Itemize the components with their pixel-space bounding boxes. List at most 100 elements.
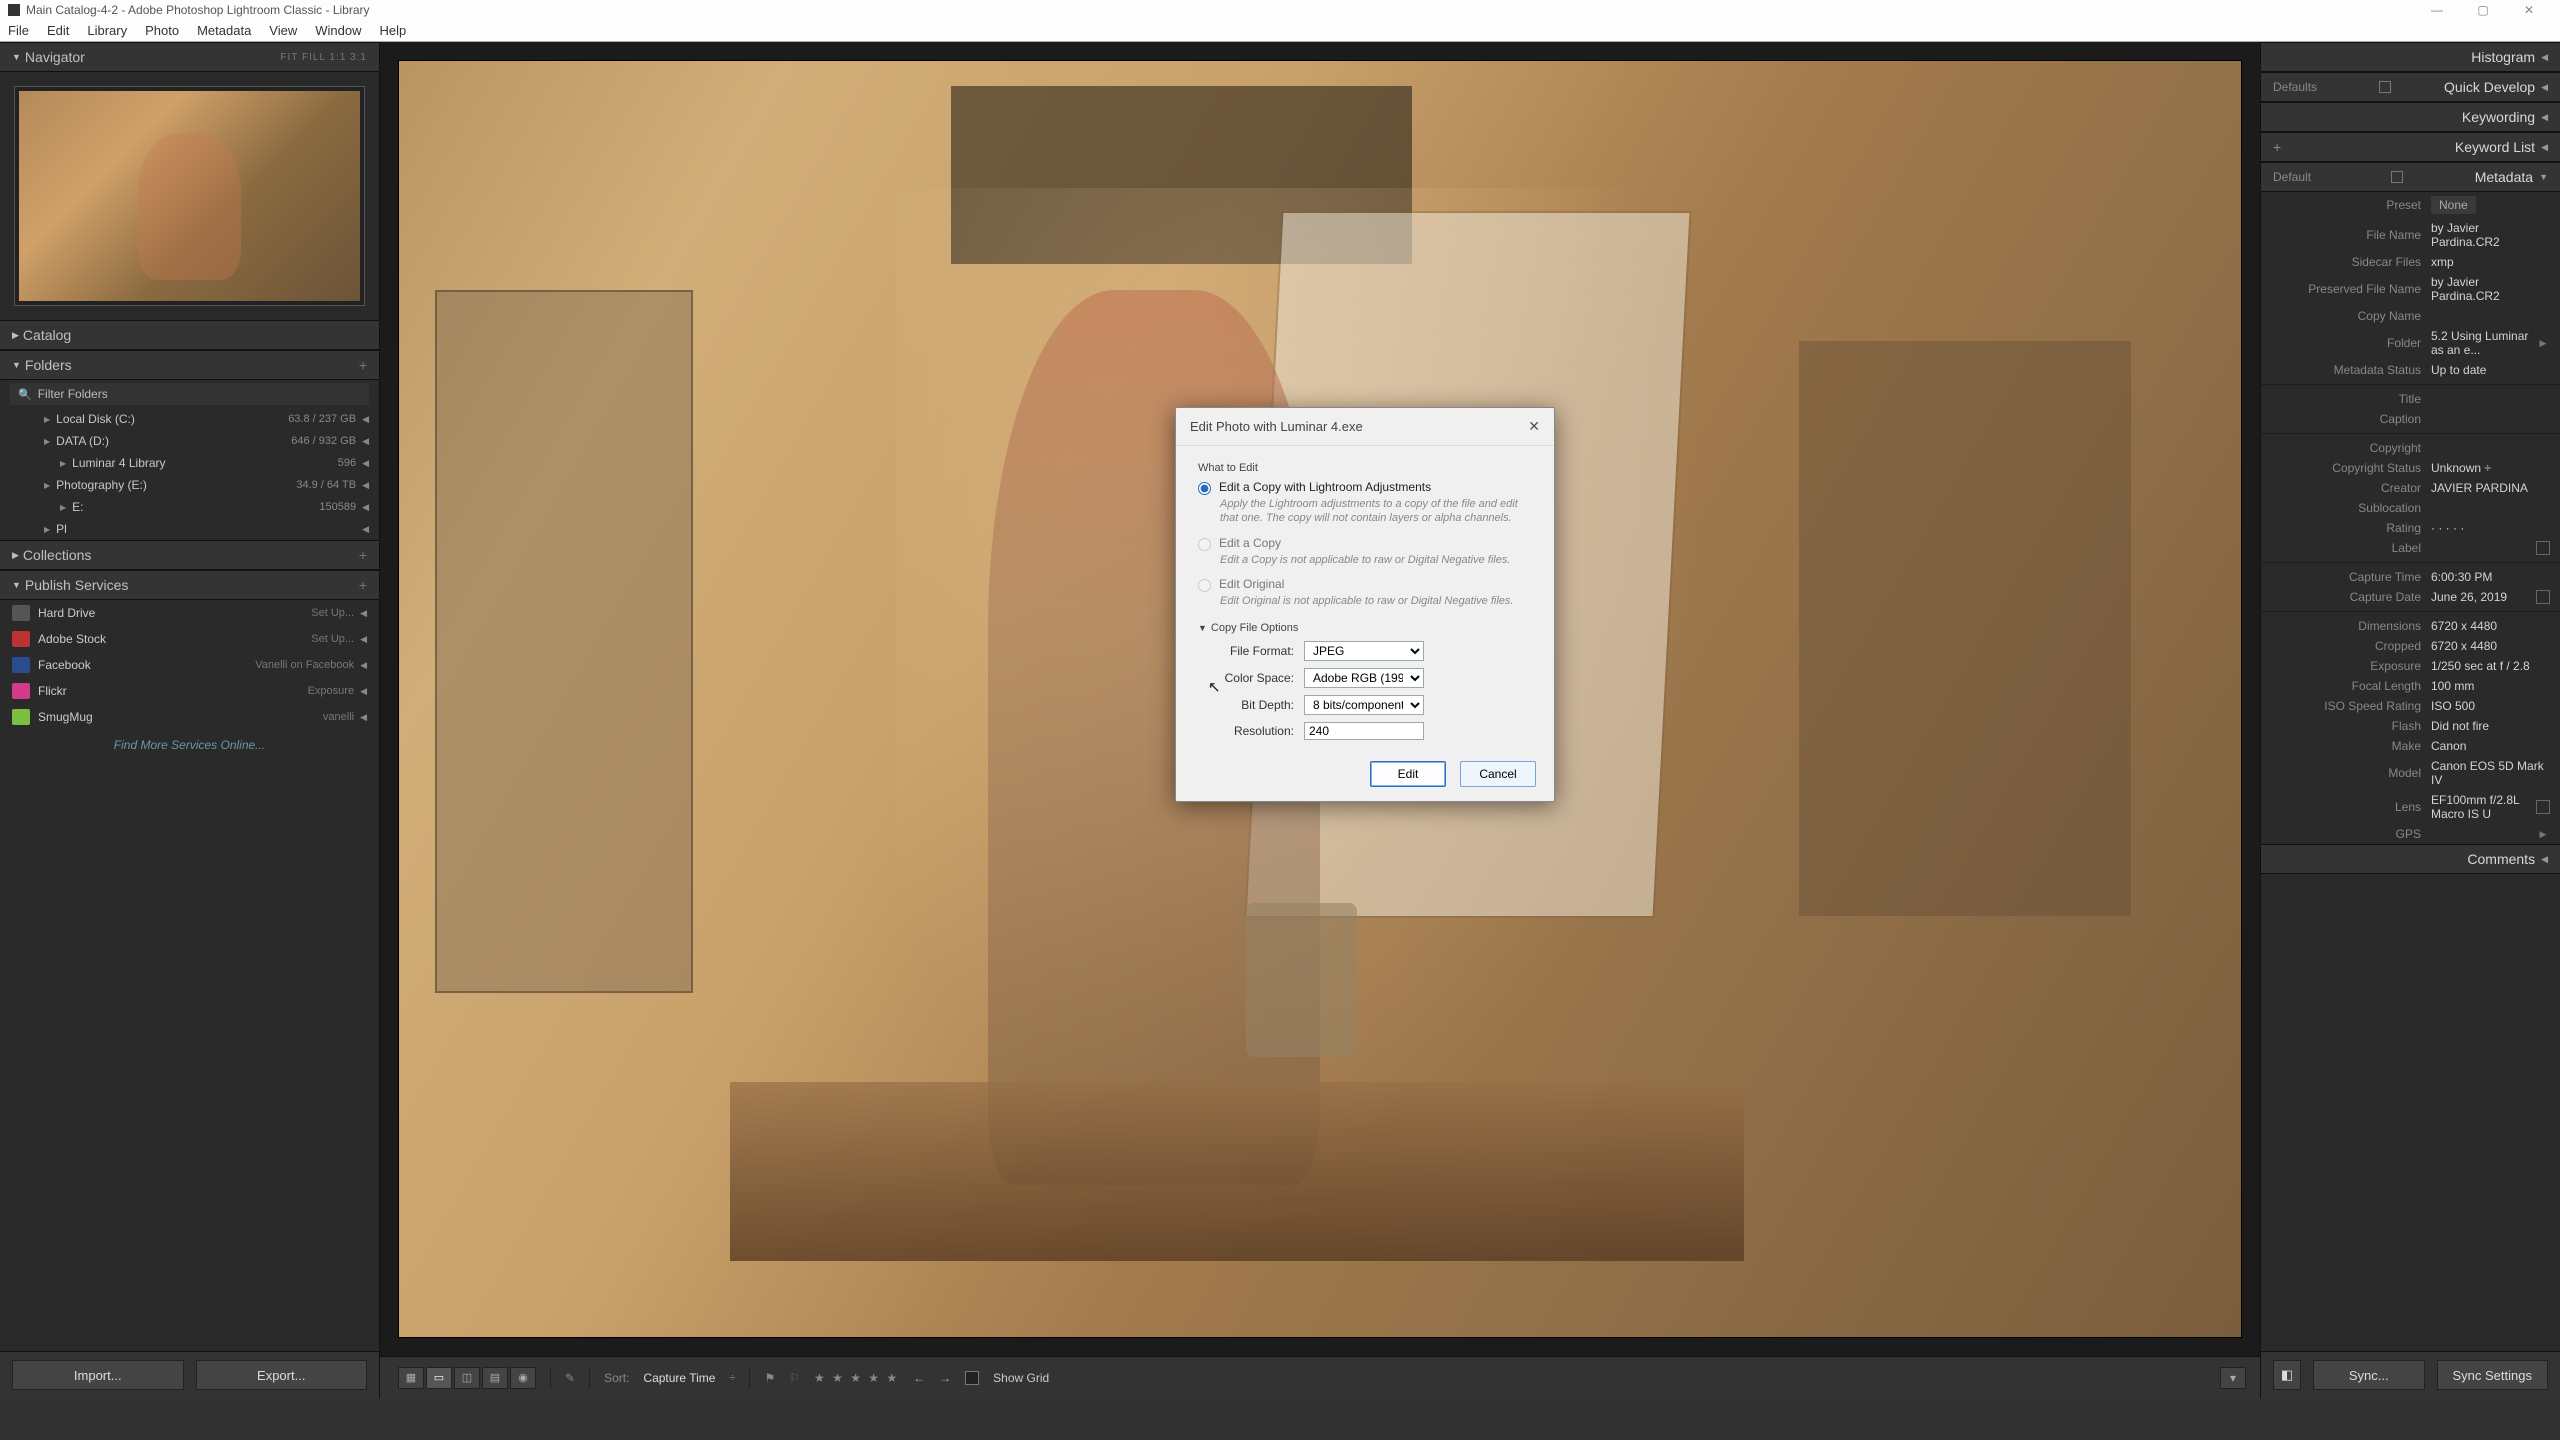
painter-icon[interactable]: ✎ [565, 1371, 575, 1385]
menu-library[interactable]: Library [87, 23, 127, 38]
keyword-list-header[interactable]: + Keyword List◀ [2261, 132, 2560, 162]
people-view-button[interactable]: ◉ [510, 1367, 536, 1389]
publish-service-row[interactable]: FlickrExposure◀ [0, 678, 379, 704]
export-button[interactable]: Export... [196, 1360, 368, 1390]
rating-stars[interactable]: ★ ★ ★ ★ ★ [814, 1371, 899, 1385]
add-publish-icon[interactable]: + [359, 577, 367, 593]
folders-header[interactable]: ▼ Folders + [0, 350, 379, 380]
metadata-row[interactable]: Copy Name [2261, 306, 2560, 326]
folder-row[interactable]: ▶Luminar 4 Library596◀ [0, 452, 379, 474]
metadata-row[interactable]: Dimensions6720 x 4480 [2261, 616, 2560, 636]
filter-folders[interactable]: 🔍 Filter Folders [10, 383, 369, 405]
collections-header[interactable]: ▶ Collections + [0, 540, 379, 570]
show-grid-checkbox[interactable] [965, 1371, 979, 1385]
metadata-row[interactable]: Exposure1/250 sec at f / 2.8 [2261, 656, 2560, 676]
minimize-button[interactable]: — [2414, 3, 2460, 17]
metadata-row[interactable]: Cropped6720 x 4480 [2261, 636, 2560, 656]
metadata-row[interactable]: Capture DateJune 26, 2019 [2261, 587, 2560, 607]
metadata-row[interactable]: Label [2261, 538, 2560, 558]
add-folder-icon[interactable]: + [359, 357, 367, 373]
folder-row[interactable]: ▶Pl◀ [0, 518, 379, 540]
folder-menu-icon[interactable]: ◀ [362, 524, 369, 535]
thumbnail-size-dropdown[interactable]: ▾ [2220, 1367, 2246, 1389]
dialog-close-icon[interactable]: ✕ [1528, 418, 1540, 435]
navigator-header[interactable]: ▼ Navigator FIT FILL 1:1 3:1 [0, 42, 379, 72]
metadata-action-icon[interactable] [2536, 590, 2550, 604]
cancel-button[interactable]: Cancel [1460, 761, 1536, 787]
compare-view-button[interactable]: ◫ [454, 1367, 480, 1389]
folder-row[interactable]: ▶Local Disk (C:)63.8 / 237 GB◀ [0, 408, 379, 430]
publish-service-row[interactable]: Adobe StockSet Up...◀ [0, 626, 379, 652]
service-menu-icon[interactable]: ◀ [360, 608, 367, 619]
metadata-row[interactable]: Capture Time6:00:30 PM [2261, 567, 2560, 587]
service-menu-icon[interactable]: ◀ [360, 712, 367, 723]
sort-dropdown-icon[interactable]: ÷ [729, 1372, 735, 1384]
menu-photo[interactable]: Photo [145, 23, 179, 38]
menu-edit[interactable]: Edit [47, 23, 69, 38]
metadata-row[interactable]: GPS▶ [2261, 824, 2560, 844]
metadata-row[interactable]: Folder5.2 Using Luminar as an e...▶ [2261, 326, 2560, 360]
radio-edit-original[interactable]: Edit Original [1198, 577, 1532, 592]
color-space-select[interactable]: Adobe RGB (1998) [1304, 668, 1424, 688]
metadata-row[interactable]: Preserved File Nameby Javier Pardina.CR2 [2261, 272, 2560, 306]
folder-row[interactable]: ▶Photography (E:)34.9 / 64 TB◀ [0, 474, 379, 496]
service-menu-icon[interactable]: ◀ [360, 660, 367, 671]
prev-photo-button[interactable]: ← [913, 1371, 925, 1385]
radio-input-copy[interactable] [1198, 538, 1211, 551]
grid-view-button[interactable]: ▦ [398, 1367, 424, 1389]
flag-reject-icon[interactable]: ⚐ [789, 1371, 800, 1385]
edit-button[interactable]: Edit [1370, 761, 1446, 787]
metadata-goto-icon[interactable]: ▶ [2536, 338, 2550, 349]
folder-row[interactable]: ▶E:150589◀ [0, 496, 379, 518]
preset-value[interactable]: None [2431, 196, 2476, 214]
metadata-row[interactable]: ISO Speed RatingISO 500 [2261, 696, 2560, 716]
metadata-row[interactable]: Copyright [2261, 438, 2560, 458]
survey-view-button[interactable]: ▤ [482, 1367, 508, 1389]
loupe-view-button[interactable]: ▭ [426, 1367, 452, 1389]
service-menu-icon[interactable]: ◀ [360, 634, 367, 645]
add-collection-icon[interactable]: + [359, 547, 367, 563]
service-menu-icon[interactable]: ◀ [360, 686, 367, 697]
folder-menu-icon[interactable]: ◀ [362, 458, 369, 469]
metadata-row[interactable]: Sidecar Filesxmp [2261, 252, 2560, 272]
histogram-header[interactable]: Histogram◀ [2261, 42, 2560, 72]
radio-input-copy-adj[interactable] [1198, 482, 1211, 495]
catalog-header[interactable]: ▶ Catalog [0, 320, 379, 350]
quick-develop-header[interactable]: Defaults Quick Develop◀ [2261, 72, 2560, 102]
menu-view[interactable]: View [269, 23, 297, 38]
radio-input-original[interactable] [1198, 579, 1211, 592]
menu-file[interactable]: File [8, 23, 29, 38]
maximize-button[interactable]: ▢ [2460, 3, 2506, 17]
sort-dropdown[interactable]: Capture Time [643, 1371, 715, 1385]
metadata-action-icon[interactable] [2536, 541, 2550, 555]
folder-menu-icon[interactable]: ◀ [362, 436, 369, 447]
folder-menu-icon[interactable]: ◀ [362, 480, 369, 491]
sync-toggle-button[interactable]: ◧ [2273, 1360, 2301, 1390]
publish-service-row[interactable]: SmugMugvanelli◀ [0, 704, 379, 730]
import-button[interactable]: Import... [12, 1360, 184, 1390]
metadata-row[interactable]: CreatorJAVIER PARDINA [2261, 478, 2560, 498]
menu-window[interactable]: Window [315, 23, 361, 38]
folder-row[interactable]: ▶DATA (D:)646 / 932 GB◀ [0, 430, 379, 452]
metadata-row[interactable]: Focal Length100 mm [2261, 676, 2560, 696]
metadata-row[interactable]: FlashDid not fire [2261, 716, 2560, 736]
metadata-header[interactable]: Default Metadata▼ [2261, 162, 2560, 192]
comments-header[interactable]: Comments◀ [2261, 844, 2560, 874]
metadata-row[interactable]: ModelCanon EOS 5D Mark IV [2261, 756, 2560, 790]
flag-pick-icon[interactable]: ⚑ [764, 1371, 775, 1385]
navigator-preview[interactable] [0, 72, 379, 320]
metadata-goto-icon[interactable]: ▶ [2536, 829, 2550, 840]
metadata-row[interactable]: File Nameby Javier Pardina.CR2 [2261, 218, 2560, 252]
metadata-row[interactable]: Sublocation [2261, 498, 2560, 518]
menu-metadata[interactable]: Metadata [197, 23, 251, 38]
menu-help[interactable]: Help [380, 23, 407, 38]
navigator-zoom-options[interactable]: FIT FILL 1:1 3:1 [280, 52, 367, 63]
radio-edit-copy[interactable]: Edit a Copy [1198, 536, 1532, 551]
metadata-preset-row[interactable]: Preset None [2261, 192, 2560, 218]
folder-menu-icon[interactable]: ◀ [362, 414, 369, 425]
metadata-row[interactable]: Metadata StatusUp to date [2261, 360, 2560, 380]
metadata-row[interactable]: Copyright StatusUnknown ÷ [2261, 458, 2560, 478]
add-keyword-icon[interactable]: + [2273, 139, 2281, 155]
keywording-header[interactable]: Keywording◀ [2261, 102, 2560, 132]
metadata-row[interactable]: LensEF100mm f/2.8L Macro IS U [2261, 790, 2560, 824]
